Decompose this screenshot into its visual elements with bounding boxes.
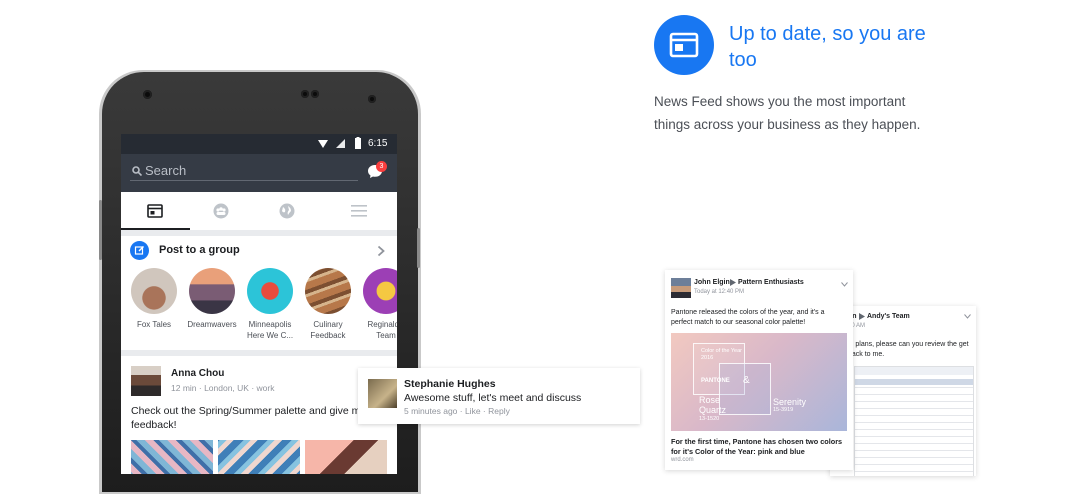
phone-screen: 6:15 Search 3 Post to a group Fox Tales … [121, 134, 397, 474]
signal-icon [336, 139, 345, 148]
arrow-right-icon [859, 313, 865, 320]
group-avatar [363, 268, 397, 314]
group-name: Reginald's Team [367, 320, 397, 340]
compose-icon [130, 241, 149, 260]
pantone-amp: & [743, 375, 750, 386]
card-text: al plans, please can you review the get … [848, 341, 969, 358]
card-group[interactable]: Andy's Team [867, 313, 910, 320]
post-to-group-row[interactable]: Post to a group [121, 236, 397, 266]
status-bar: 6:15 [121, 134, 397, 154]
group-item[interactable]: Minneapolis Here We C... [244, 268, 296, 341]
post-card-pattern: John Elgin Pattern Enthusiasts Today at … [665, 270, 853, 470]
group-avatar [305, 268, 351, 314]
link-domain: wrd.com [671, 457, 694, 463]
post-image[interactable] [305, 440, 387, 474]
pantone-image[interactable]: Color of the Year 2016 PANTONE & Rose Qu… [671, 333, 847, 431]
search-icon [132, 166, 142, 176]
section-divider [121, 350, 397, 356]
news-feed-tab-icon[interactable] [147, 204, 163, 218]
feature-description: News Feed shows you the most important t… [654, 94, 921, 132]
post-to-group-label: Post to a group [159, 244, 240, 256]
phone-speaker-dot-2 [311, 90, 319, 98]
avatar[interactable] [671, 278, 691, 298]
post-meta: 12 min · London, UK · work [171, 383, 275, 393]
color1-code: 13-1520 [699, 416, 720, 422]
pantone-logo: PANTONE [701, 378, 730, 384]
chevron-right-icon[interactable] [377, 245, 385, 257]
phone-power-button [417, 228, 420, 268]
chevron-down-icon[interactable] [964, 314, 971, 319]
search-bar[interactable]: Search 3 [121, 154, 397, 192]
pantone-caption: Color of the Year 2016 [701, 348, 742, 361]
comment-card: Stephanie Hughes Awesome stuff, let's me… [358, 368, 640, 424]
group-name: Dreamwavers [187, 320, 237, 329]
status-time: 6:15 [368, 138, 388, 149]
post-image[interactable] [218, 440, 300, 474]
search-input[interactable]: Search [145, 163, 186, 178]
link-title[interactable]: For the first time, Pantone has chosen t… [671, 437, 849, 457]
news-feed-feature-icon [654, 15, 714, 75]
tab-bar [121, 192, 397, 231]
post-text: Check out the Spring/Summer palette and … [131, 405, 390, 431]
menu-tab-icon[interactable] [351, 204, 367, 217]
wifi-icon [318, 140, 328, 148]
group-avatar [189, 268, 235, 314]
card-time: Today at 12:40 PM [694, 289, 745, 295]
color2-name: Serenity [773, 397, 807, 407]
group-name: Fox Tales [136, 320, 172, 329]
arrow-right-icon [730, 279, 736, 286]
phone-front-camera [368, 95, 376, 103]
avatar[interactable] [131, 366, 161, 396]
feature-title: Up to date, so you are too [729, 23, 926, 71]
phone-sensor [143, 90, 152, 99]
post-author[interactable]: Anna Chou [171, 368, 224, 379]
spreadsheet-preview[interactable] [854, 366, 974, 476]
avatar[interactable] [368, 379, 397, 408]
group-item[interactable]: Reginald's Team [360, 268, 397, 341]
chevron-down-icon[interactable] [841, 282, 848, 287]
card-group[interactable]: Pattern Enthusiasts [738, 279, 804, 286]
phone-volume-button [99, 200, 102, 260]
phone-speaker-dot-1 [301, 90, 309, 98]
battery-icon [355, 137, 361, 149]
groups-tab-icon[interactable] [213, 203, 229, 219]
globe-tab-icon[interactable] [279, 203, 295, 219]
group-item[interactable]: Dreamwavers [186, 268, 238, 330]
group-avatar [247, 268, 293, 314]
color1-name: Rose Quartz [699, 395, 727, 415]
group-name: Culinary Feedback [310, 320, 346, 340]
group-item[interactable]: Fox Tales [128, 268, 180, 330]
comment-author[interactable]: Stephanie Hughes [404, 378, 496, 390]
post-image[interactable] [131, 440, 213, 474]
comment-meta: 5 minutes ago · Like · Reply [404, 406, 510, 416]
card-author[interactable]: John Elgin [694, 279, 730, 286]
color2-code: 15-3919 [773, 407, 794, 413]
group-name: Minneapolis Here We C... [246, 320, 294, 340]
group-avatar [131, 268, 177, 314]
notification-badge: 3 [376, 161, 387, 172]
search-underline [130, 180, 358, 181]
card-text: Pantone released the colors of the year,… [671, 309, 825, 326]
comment-text: Awesome stuff, let's meet and discuss [404, 392, 582, 404]
group-item[interactable]: Culinary Feedback [302, 268, 354, 341]
